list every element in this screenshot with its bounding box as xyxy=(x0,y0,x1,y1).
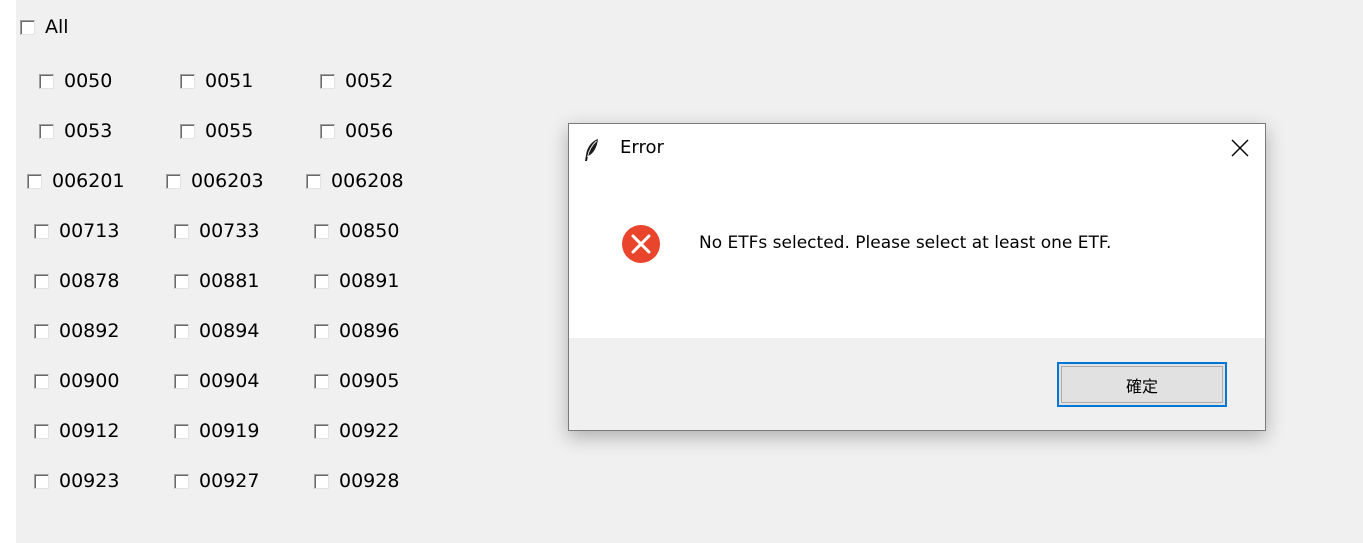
checkbox-label: 006203 xyxy=(191,170,264,192)
checkbox-etf-00912[interactable]: 00912 xyxy=(34,419,119,443)
checkbox-label: 00896 xyxy=(339,320,400,342)
checkbox-box[interactable] xyxy=(174,473,189,489)
checkbox-label: 0051 xyxy=(205,70,254,92)
checkbox-label: 0055 xyxy=(205,120,254,142)
checkbox-label: 0050 xyxy=(64,70,113,92)
error-icon xyxy=(621,224,661,264)
checkbox-box[interactable] xyxy=(314,473,329,489)
checkbox-box[interactable] xyxy=(174,323,189,339)
checkbox-box[interactable] xyxy=(34,373,49,389)
checkbox-etf-00919[interactable]: 00919 xyxy=(174,419,259,443)
checkbox-etf-00891[interactable]: 00891 xyxy=(314,269,399,293)
error-dialog: Error No ETFs selected. Please select at… xyxy=(568,123,1266,431)
checkbox-box[interactable] xyxy=(34,473,49,489)
checkbox-box[interactable] xyxy=(314,423,329,439)
checkbox-etf-00896[interactable]: 00896 xyxy=(314,319,399,343)
checkbox-box[interactable] xyxy=(180,73,195,89)
checkbox-etf-00881[interactable]: 00881 xyxy=(174,269,259,293)
checkbox-etf-00892[interactable]: 00892 xyxy=(34,319,119,343)
checkbox-box[interactable] xyxy=(20,19,35,35)
checkbox-label: 00713 xyxy=(59,220,120,242)
checkbox-box[interactable] xyxy=(306,173,321,189)
close-icon[interactable] xyxy=(1215,124,1265,172)
checkbox-box[interactable] xyxy=(34,273,49,289)
checkbox-label: 00892 xyxy=(59,320,120,342)
checkbox-etf-00850[interactable]: 00850 xyxy=(314,219,399,243)
checkbox-label: 00878 xyxy=(59,270,120,292)
checkbox-box[interactable] xyxy=(314,373,329,389)
checkbox-etf-0055[interactable]: 0055 xyxy=(180,119,253,143)
ok-button-label: 確定 xyxy=(1061,366,1223,403)
dialog-title: Error xyxy=(620,137,664,158)
checkbox-label: 0052 xyxy=(345,70,394,92)
checkbox-etf-0052[interactable]: 0052 xyxy=(320,69,393,93)
checkbox-box[interactable] xyxy=(314,273,329,289)
checkbox-label: 00894 xyxy=(199,320,260,342)
checkbox-label: All xyxy=(45,16,69,38)
checkbox-label: 00733 xyxy=(199,220,260,242)
checkbox-box[interactable] xyxy=(320,73,335,89)
checkbox-etf-00928[interactable]: 00928 xyxy=(314,469,399,493)
checkbox-label: 006208 xyxy=(331,170,404,192)
dialog-titlebar[interactable]: Error xyxy=(569,124,1265,176)
checkbox-box[interactable] xyxy=(174,373,189,389)
checkbox-label: 00912 xyxy=(59,420,120,442)
checkbox-box[interactable] xyxy=(39,73,54,89)
checkbox-etf-00922[interactable]: 00922 xyxy=(314,419,399,443)
checkbox-etf-00713[interactable]: 00713 xyxy=(34,219,119,243)
ok-button[interactable]: 確定 xyxy=(1057,362,1227,407)
checkbox-box[interactable] xyxy=(166,173,181,189)
checkbox-etf-00894[interactable]: 00894 xyxy=(174,319,259,343)
checkbox-etf-006201[interactable]: 006201 xyxy=(27,169,125,193)
checkbox-etf-00733[interactable]: 00733 xyxy=(174,219,259,243)
checkbox-etf-006208[interactable]: 006208 xyxy=(306,169,404,193)
checkbox-label: 00904 xyxy=(199,370,260,392)
checkbox-box[interactable] xyxy=(174,223,189,239)
checkbox-etf-00923[interactable]: 00923 xyxy=(34,469,119,493)
checkbox-label: 00928 xyxy=(339,470,400,492)
checkbox-label: 00900 xyxy=(59,370,120,392)
feather-icon xyxy=(583,138,601,162)
checkbox-box[interactable] xyxy=(180,123,195,139)
checkbox-label: 00919 xyxy=(199,420,260,442)
checkbox-label: 00927 xyxy=(199,470,260,492)
checkbox-etf-00927[interactable]: 00927 xyxy=(174,469,259,493)
checkbox-box[interactable] xyxy=(34,423,49,439)
checkbox-box[interactable] xyxy=(34,223,49,239)
checkbox-etf-0056[interactable]: 0056 xyxy=(320,119,393,143)
checkbox-etf-0050[interactable]: 0050 xyxy=(39,69,112,93)
checkbox-etf-00878[interactable]: 00878 xyxy=(34,269,119,293)
checkbox-label: 0056 xyxy=(345,120,394,142)
checkbox-label: 00850 xyxy=(339,220,400,242)
error-message: No ETFs selected. Please select at least… xyxy=(699,233,1112,253)
checkbox-box[interactable] xyxy=(320,123,335,139)
checkbox-label: 006201 xyxy=(52,170,125,192)
checkbox-label: 00905 xyxy=(339,370,400,392)
checkbox-box[interactable] xyxy=(314,223,329,239)
checkbox-label: 00922 xyxy=(339,420,400,442)
checkbox-label: 0053 xyxy=(64,120,113,142)
checkbox-etf-00900[interactable]: 00900 xyxy=(34,369,119,393)
checkbox-box[interactable] xyxy=(27,173,42,189)
checkbox-etf-0051[interactable]: 0051 xyxy=(180,69,253,93)
checkbox-label: 00891 xyxy=(339,270,400,292)
checkbox-box[interactable] xyxy=(314,323,329,339)
checkbox-etf-00904[interactable]: 00904 xyxy=(174,369,259,393)
checkbox-etf-006203[interactable]: 006203 xyxy=(166,169,264,193)
dialog-content: No ETFs selected. Please select at least… xyxy=(569,176,1265,338)
checkbox-box[interactable] xyxy=(174,423,189,439)
checkbox-etf-00905[interactable]: 00905 xyxy=(314,369,399,393)
checkbox-label: 00881 xyxy=(199,270,260,292)
checkbox-all[interactable]: All xyxy=(20,15,69,39)
checkbox-etf-0053[interactable]: 0053 xyxy=(39,119,112,143)
checkbox-box[interactable] xyxy=(174,273,189,289)
checkbox-box[interactable] xyxy=(34,323,49,339)
checkbox-box[interactable] xyxy=(39,123,54,139)
checkbox-label: 00923 xyxy=(59,470,120,492)
